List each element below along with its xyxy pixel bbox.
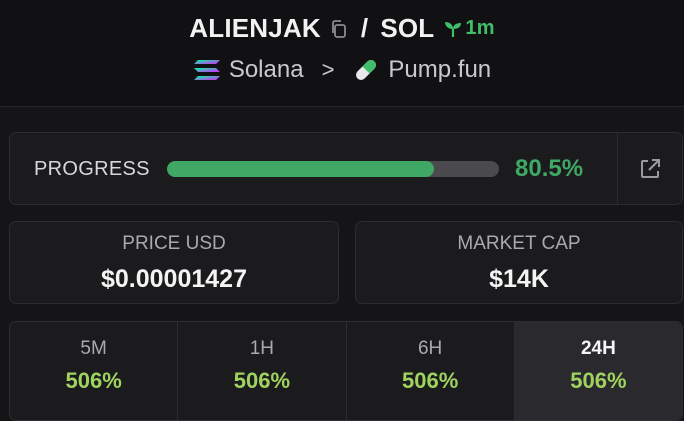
tab-label: 6H <box>417 338 443 359</box>
price-change: 506% <box>65 368 122 393</box>
solana-logo <box>193 60 220 80</box>
tab-label: 24H <box>580 338 616 359</box>
external-link-icon[interactable] <box>638 157 662 181</box>
age-badge: 1m <box>444 17 495 40</box>
token-symbol: ALIENJAK <box>189 13 321 43</box>
breadcrumb: Solana > Pump.fun <box>0 56 684 84</box>
tab-1h[interactable]: 1H 506% <box>178 322 347 420</box>
tab-5m[interactable]: 5M 506% <box>10 322 179 420</box>
price-card: PRICE USD $0.00001427 <box>9 221 339 304</box>
market-cap-card: MARKET CAP $14K <box>355 221 683 304</box>
tab-label: 1H <box>249 338 275 359</box>
chevron-right-icon: > <box>321 57 335 82</box>
progress-bar-fill <box>167 161 435 177</box>
progress-value: 80.5% <box>515 155 584 182</box>
market-cap-label: MARKET CAP <box>457 233 581 254</box>
price-change: 506% <box>233 368 291 393</box>
pair-separator: / <box>360 13 369 43</box>
divider <box>617 133 618 204</box>
copy-icon[interactable] <box>329 19 349 39</box>
tab-6h[interactable]: 6H 506% <box>347 322 515 420</box>
pill-icon <box>356 60 377 80</box>
quote-symbol: SOL <box>380 13 435 43</box>
progress-card: PROGRESS 80.5% <box>9 132 683 205</box>
platform-link[interactable]: Pump.fun <box>388 56 491 84</box>
chain-link[interactable]: Solana <box>229 56 304 84</box>
price-change: 506% <box>401 368 459 393</box>
market-cap-value: $14K <box>489 265 549 293</box>
price-label: PRICE USD <box>122 233 226 254</box>
sprout-icon <box>445 21 462 37</box>
age-text: 1m <box>465 17 495 39</box>
price-value: $0.00001427 <box>101 265 247 293</box>
tab-24h[interactable]: 24H 506% <box>514 322 682 420</box>
token-header: ALIENJAK / SOL 1m Solana > Pump.fun <box>0 0 684 107</box>
pair-title: ALIENJAK / SOL 1m <box>0 13 684 44</box>
progress-bar <box>167 161 499 177</box>
tab-label: 5M <box>80 338 107 359</box>
timeframe-tabs: 5M 506% 1H 506% 6H 506% 24H 506% <box>9 321 683 421</box>
price-change: 506% <box>570 368 627 393</box>
progress-label: PROGRESS <box>34 158 150 180</box>
